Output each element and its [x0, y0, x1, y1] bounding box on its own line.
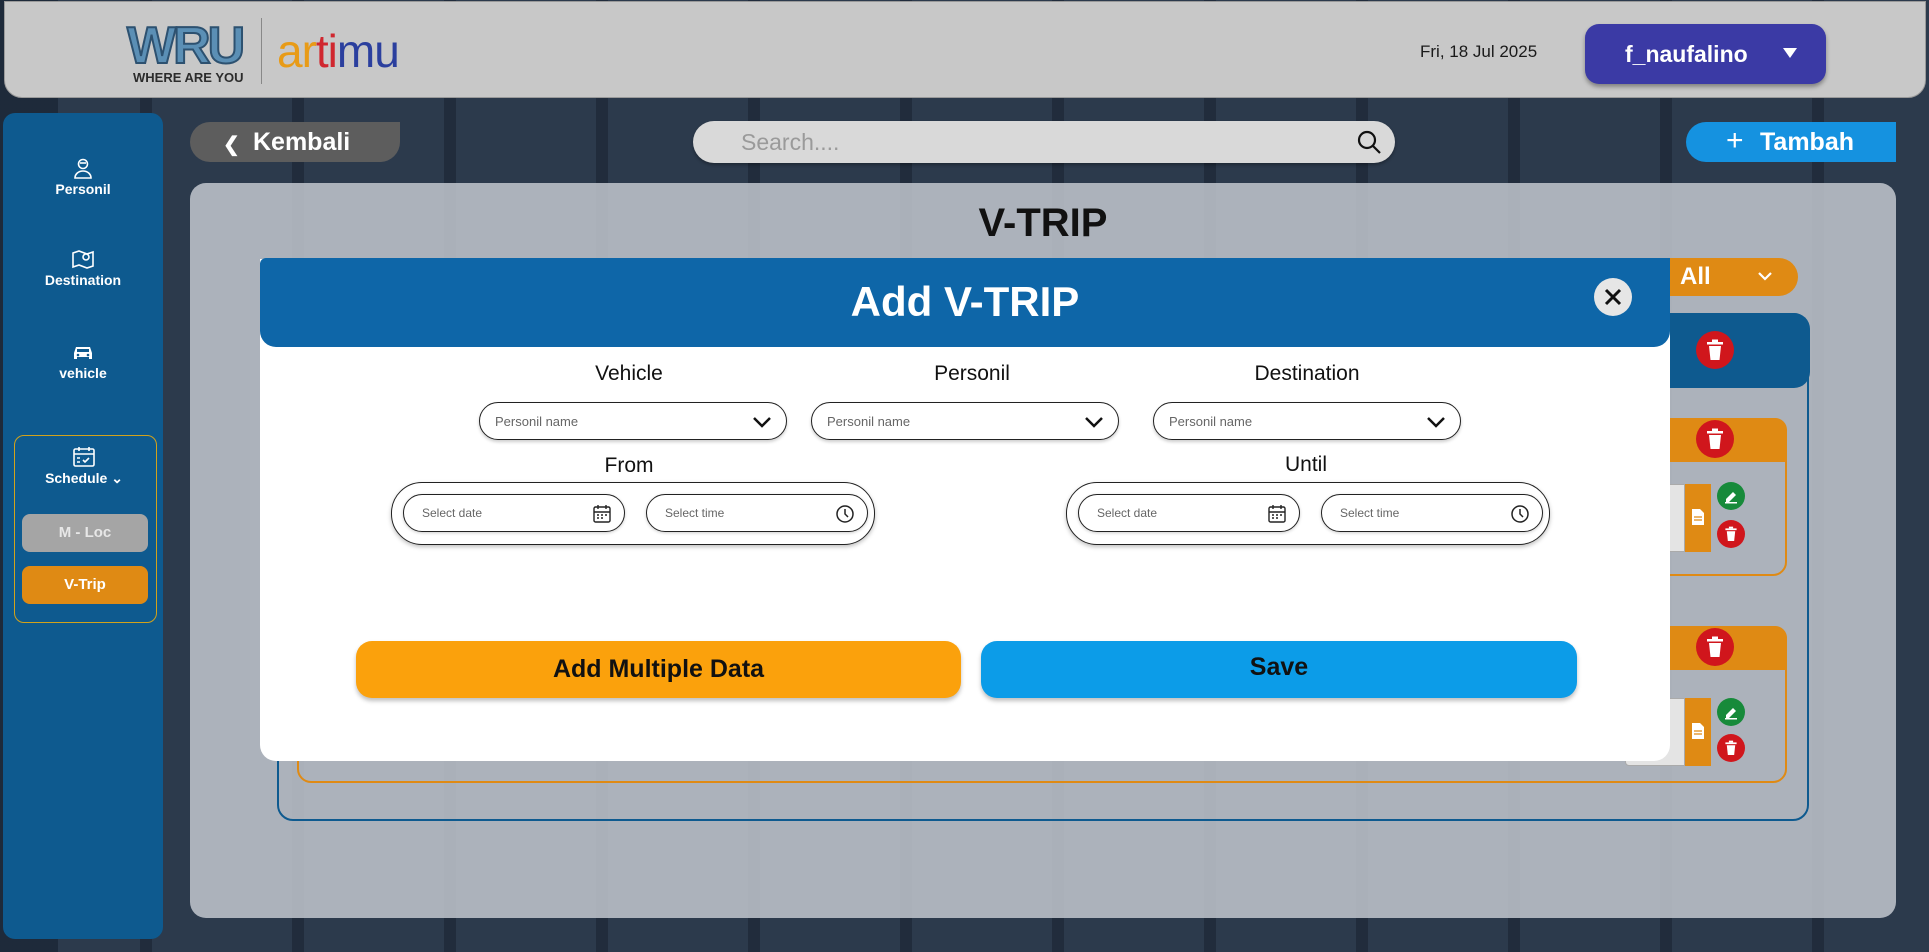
calendar-check-icon — [73, 447, 95, 467]
trash-icon — [1707, 636, 1723, 657]
plus-icon: + — [1726, 124, 1744, 157]
chevron-down-icon — [1758, 272, 1772, 281]
add-button[interactable]: + Tambah — [1686, 122, 1896, 162]
edit-button[interactable] — [1717, 482, 1745, 510]
car-icon — [74, 347, 92, 359]
schedule-group: Schedule ⌄ M - Loc V-Trip — [14, 435, 157, 623]
delete-button[interactable] — [1717, 520, 1745, 548]
clock-icon — [1511, 505, 1529, 523]
sidebar-subitem-v-trip[interactable]: V-Trip — [22, 566, 148, 604]
pencil-icon — [1725, 708, 1737, 720]
chevron-down-icon: ⌄ — [107, 470, 123, 486]
search-bar — [693, 121, 1395, 163]
modal-header: Add V-TRIP — [260, 258, 1670, 347]
document-icon — [1692, 509, 1704, 525]
destination-select-placeholder: Personil name — [1169, 414, 1253, 429]
filter-label: All — [1680, 263, 1711, 290]
destination-select[interactable]: Personil name — [1153, 402, 1461, 440]
sidebar-item-label: Destination — [44, 272, 122, 288]
map-icon — [72, 250, 94, 269]
caret-down-icon — [1783, 48, 1797, 58]
sidebar-subitem-m-loc[interactable]: M - Loc — [22, 514, 148, 552]
personil-select[interactable]: Personil name — [811, 402, 1119, 440]
trash-icon — [1725, 740, 1737, 755]
chevron-left-icon: ❮ — [223, 134, 240, 156]
add-multiple-data-button[interactable]: Add Multiple Data — [356, 641, 961, 698]
user-name: f_naufalino — [1625, 41, 1748, 67]
sidebar-item-personil[interactable]: Personil — [3, 157, 163, 199]
sidebar: Personil Destination vehicle Schedule ⌄ … — [3, 113, 163, 939]
from-range: Select date Select time — [391, 482, 875, 545]
close-button[interactable] — [1594, 278, 1632, 316]
document-tab[interactable] — [1685, 484, 1711, 552]
sidebar-item-vehicle[interactable]: vehicle — [3, 341, 163, 383]
delete-group-button[interactable] — [1696, 628, 1734, 666]
app-header: WRU WHERE ARE YOU artimu Fri, 18 Jul 202… — [4, 1, 1926, 98]
until-date-placeholder: Select date — [1097, 506, 1158, 520]
logo-divider — [261, 18, 262, 84]
document-icon — [1692, 723, 1704, 739]
user-menu-button[interactable]: f_naufalino — [1585, 24, 1826, 84]
calendar-icon — [593, 505, 611, 523]
modal-title: Add V-TRIP — [850, 278, 1080, 325]
sidebar-item-label: vehicle — [59, 365, 107, 381]
delete-all-button[interactable] — [1696, 331, 1734, 369]
destination-label: Destination — [1254, 362, 1360, 385]
sidebar-item-label: Schedule — [45, 470, 108, 486]
calendar-icon — [1268, 505, 1286, 523]
from-label: From — [604, 454, 654, 477]
vehicle-select[interactable]: Personil name — [479, 402, 787, 440]
wru-tagline: WHERE ARE YOU — [133, 70, 244, 85]
artimu-logo: artimu — [277, 24, 400, 78]
delete-group-button[interactable] — [1696, 420, 1734, 458]
save-button[interactable]: Save — [981, 641, 1577, 698]
vehicle-label: Vehicle — [595, 362, 663, 385]
sidebar-item-label: Personil — [55, 181, 111, 197]
artimu-logo-part: ar — [277, 25, 317, 77]
from-time-input[interactable]: Select time — [646, 494, 868, 532]
header-date: Fri, 18 Jul 2025 — [1420, 42, 1538, 61]
artimu-logo-part: ti — [315, 25, 338, 77]
trash-icon — [1707, 339, 1723, 360]
wru-logo: WRU WHERE ARE YOU — [126, 16, 251, 88]
page-title: V-TRIP — [978, 201, 1108, 245]
until-time-input[interactable]: Select time — [1321, 494, 1543, 532]
artimu-logo-part: mu — [336, 25, 400, 77]
personil-label: Personil — [934, 362, 1010, 385]
search-input[interactable] — [741, 125, 1331, 159]
vehicle-select-placeholder: Personil name — [495, 414, 579, 429]
chevron-down-icon — [753, 417, 771, 428]
person-icon — [74, 158, 92, 179]
from-time-placeholder: Select time — [665, 506, 725, 520]
pencil-icon — [1725, 492, 1737, 504]
chevron-down-icon — [1085, 417, 1103, 428]
until-label: Until — [1284, 453, 1327, 476]
from-date-placeholder: Select date — [422, 506, 483, 520]
trash-icon — [1707, 428, 1723, 449]
trash-icon — [1725, 526, 1737, 541]
chevron-down-icon — [1427, 417, 1445, 428]
search-icon[interactable] — [1356, 129, 1382, 155]
sidebar-item-destination[interactable]: Destination — [3, 248, 163, 290]
until-time-placeholder: Select time — [1340, 506, 1400, 520]
delete-button[interactable] — [1717, 734, 1745, 762]
back-button[interactable]: ❮ Kembali — [190, 122, 400, 162]
add-label: Tambah — [1760, 128, 1854, 156]
sidebar-item-schedule[interactable]: Schedule ⌄ — [4, 446, 164, 488]
close-icon — [1604, 288, 1622, 306]
edit-button[interactable] — [1717, 698, 1745, 726]
back-label: Kembali — [253, 128, 351, 156]
from-date-input[interactable]: Select date — [403, 494, 625, 532]
personil-select-placeholder: Personil name — [827, 414, 911, 429]
clock-icon — [836, 505, 854, 523]
until-range: Select date Select time — [1066, 482, 1550, 545]
document-tab[interactable] — [1685, 698, 1711, 766]
wru-logo-text: WRU — [126, 16, 246, 76]
until-date-input[interactable]: Select date — [1078, 494, 1300, 532]
